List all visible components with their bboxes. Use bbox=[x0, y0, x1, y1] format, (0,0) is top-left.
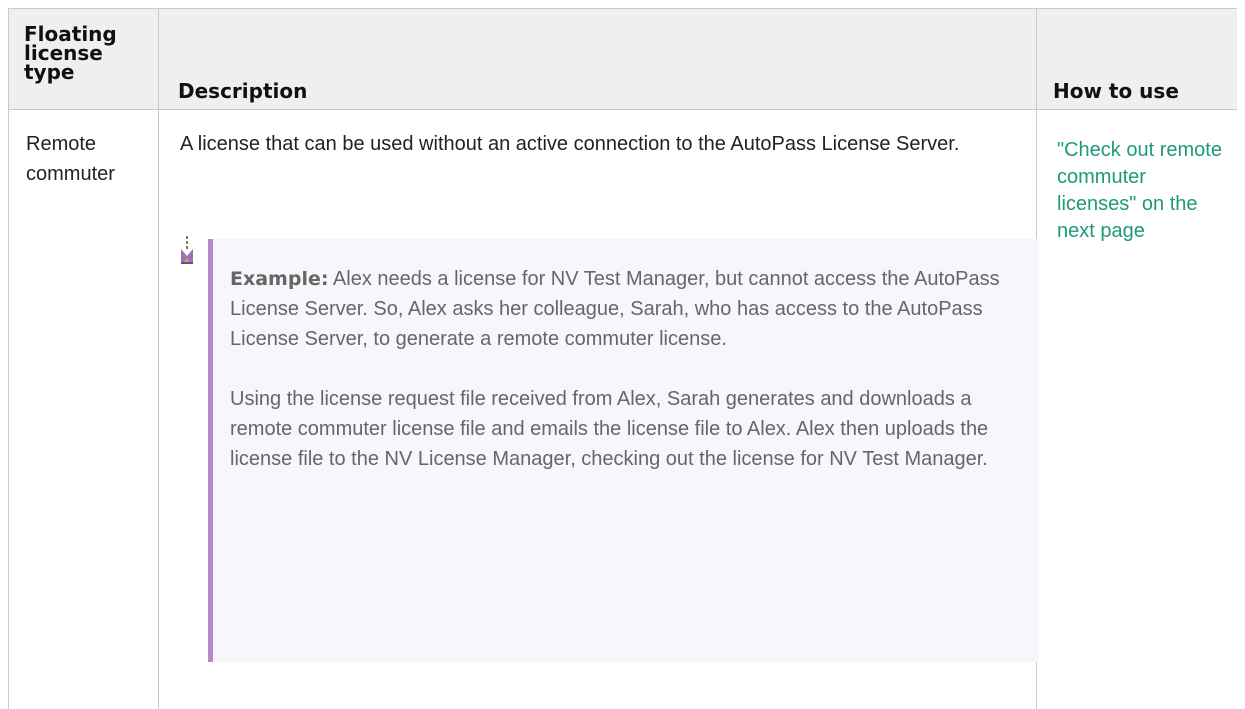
check-out-remote-commuter-licenses-link[interactable]: "Check out remote commuter licenses" on … bbox=[1057, 137, 1227, 245]
example-content: Example: Alex needs a license for NV Tes… bbox=[230, 264, 1020, 474]
license-type-cell: Remote commuter bbox=[26, 133, 115, 185]
license-type-table: Floating license type Description How to… bbox=[8, 8, 1237, 709]
description-cell: A license that can be used without an ac… bbox=[180, 133, 960, 155]
example-paragraph-1: Example: Alex needs a license for NV Tes… bbox=[230, 264, 1020, 354]
example-paragraph-2: Using the license request file received … bbox=[230, 388, 989, 470]
column-divider-type bbox=[158, 9, 159, 709]
header-floating-license-type: Floating license type bbox=[24, 22, 117, 84]
example-paragraph-1-text: Alex needs a license for NV Test Manager… bbox=[230, 268, 1000, 350]
header-description: Description bbox=[178, 79, 308, 103]
header-how-to-use: How to use bbox=[1053, 79, 1179, 103]
example-flag-icon bbox=[179, 236, 195, 266]
example-label: Example: bbox=[230, 268, 329, 290]
table-left-border bbox=[8, 9, 9, 709]
